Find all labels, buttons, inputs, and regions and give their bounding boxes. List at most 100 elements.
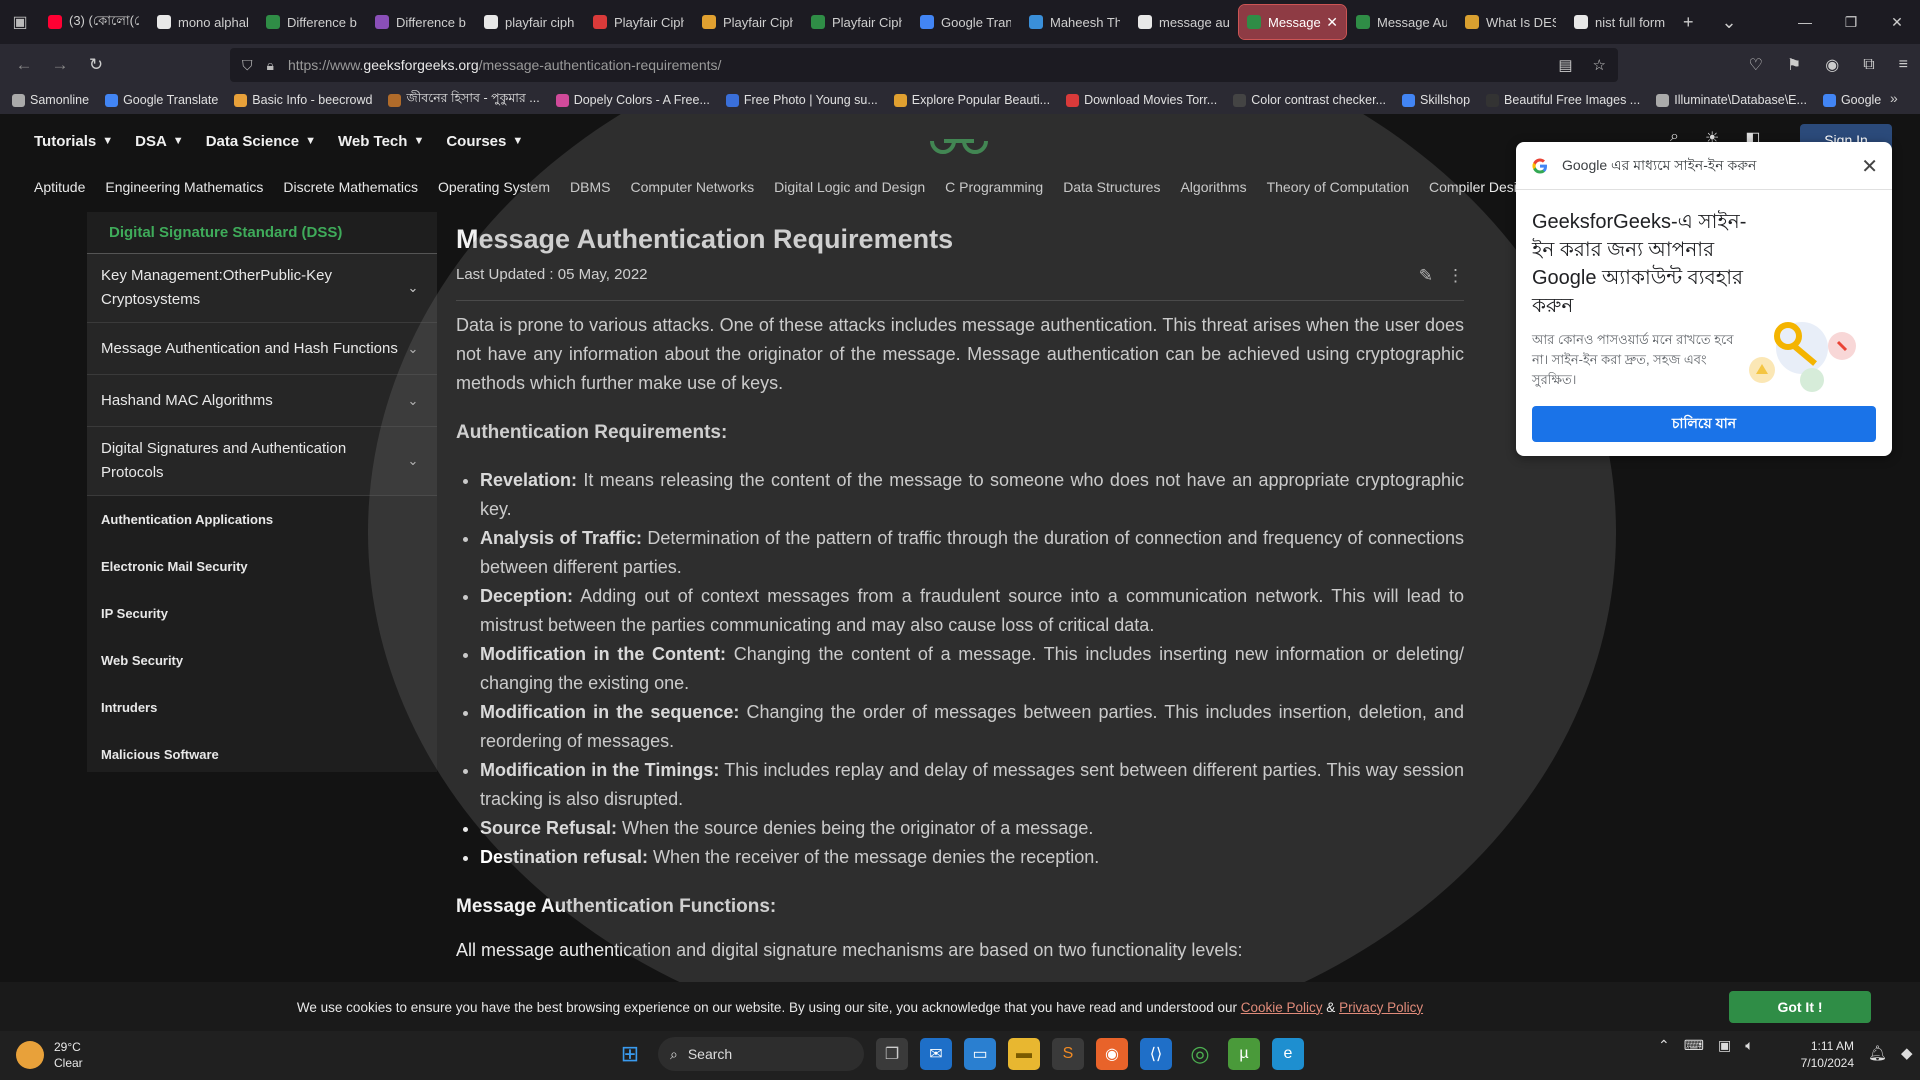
browser-tab[interactable]: mono alphabet (149, 5, 256, 39)
file-explorer-icon[interactable]: ▬ (1008, 1038, 1040, 1070)
bookmark-item[interactable]: Skillshop (1402, 93, 1470, 107)
bookmark-item[interactable]: Color contrast checker... (1233, 93, 1386, 107)
bookmark-item[interactable]: Basic Info - beecrowd (234, 93, 372, 107)
sidebar-group[interactable]: Key Management:OtherPublic-Key Cryptosys… (87, 254, 437, 323)
chrome-icon[interactable]: ◎ (1184, 1038, 1216, 1070)
copilot-icon[interactable]: ◆ (1901, 1044, 1913, 1062)
top-nav-item[interactable]: Tutorials ▼ (34, 133, 113, 150)
sidebar-item[interactable]: IP Security (87, 590, 437, 637)
bookmark-item[interactable]: Google (1822, 93, 1881, 107)
lock-icon[interactable]: 🔒︎ (267, 57, 274, 74)
bookmark-item[interactable]: জীবনের হিসাব - পুকুমার ... (388, 90, 540, 110)
bookmark-item[interactable]: Beautiful Free Images ... (1486, 93, 1640, 107)
network-icon[interactable]: ▣ (1718, 1037, 1731, 1054)
sub-nav-item[interactable]: DBMS (570, 179, 610, 195)
reload-icon[interactable]: ↻ (78, 47, 114, 83)
firefox-icon[interactable]: ◉ (1096, 1038, 1128, 1070)
new-tab-icon[interactable]: + (1683, 12, 1694, 33)
sub-nav-item[interactable]: C Programming (945, 179, 1043, 195)
restore-icon[interactable]: ❐ (1828, 0, 1874, 44)
browser-tab[interactable]: Maheesh Th (1021, 5, 1128, 39)
close-icon[interactable]: ✕ (1861, 154, 1878, 179)
top-nav-item[interactable]: Courses ▼ (446, 133, 523, 150)
more-options-icon[interactable]: ⋮ (1447, 266, 1464, 286)
tab-list-icon[interactable]: ▣ (0, 0, 40, 44)
sidebar-group[interactable]: Message Authentication and Hash Function… (87, 323, 437, 375)
browser-tab[interactable]: Message Au (1348, 5, 1455, 39)
shield-icon[interactable]: ⛉ (242, 57, 253, 74)
close-icon[interactable]: ✕ (1874, 0, 1920, 44)
forward-icon[interactable]: → (42, 47, 78, 83)
browser-tab[interactable]: Playfair Ciph (803, 5, 910, 39)
top-nav-item[interactable]: DSA ▼ (135, 133, 184, 150)
chevron-down-icon[interactable]: ⌄ (1722, 12, 1737, 33)
bookmark-item[interactable]: Dopely Colors - A Free... (555, 93, 710, 107)
task-view-icon[interactable]: ❐ (876, 1038, 908, 1070)
sidebar-item[interactable]: Electronic Mail Security (87, 543, 437, 590)
continue-button[interactable]: চালিয়ে যান (1532, 406, 1876, 442)
browser-tab[interactable]: (3) (কোলো(মে) (40, 5, 147, 39)
edit-icon[interactable]: ✎ (1419, 266, 1433, 286)
close-tab-icon[interactable]: ✕ (1326, 14, 1338, 31)
store-icon[interactable]: ▭ (964, 1038, 996, 1070)
bookmark-item[interactable]: Free Photo | Young su... (725, 93, 878, 107)
browser-tab[interactable]: Difference b (258, 5, 365, 39)
chevron-up-icon[interactable]: ⌃ (1658, 1037, 1670, 1054)
top-nav-item[interactable]: Web Tech ▼ (338, 133, 424, 150)
cookie-policy-link[interactable]: Cookie Policy (1241, 1000, 1323, 1015)
sub-nav-item[interactable]: Theory of Computation (1267, 179, 1409, 195)
got-it-button[interactable]: Got It ! (1729, 991, 1871, 1023)
sidebar-current[interactable]: Digital Signature Standard (DSS) (87, 212, 437, 254)
windows-start-icon[interactable]: ⊞ (614, 1038, 646, 1070)
browser-tab[interactable]: Difference b (367, 5, 474, 39)
browser-tab[interactable]: playfair ciph (476, 5, 583, 39)
sub-nav-item[interactable]: Discrete Mathematics (283, 179, 418, 195)
bookmark-star-icon[interactable]: ☆ (1593, 56, 1606, 74)
url-bar[interactable]: ⛉ 🔒︎ https://www. geeksforgeeks.org/messa… (230, 48, 1618, 82)
browser-tab[interactable]: Message ✕ (1238, 4, 1347, 40)
browser-tab[interactable]: nist full form (1566, 5, 1673, 39)
back-icon[interactable]: ← (6, 47, 42, 83)
taskbar-search[interactable]: ⌕ Search (658, 1037, 864, 1071)
browser-tab[interactable]: Playfair Ciph (585, 5, 692, 39)
sidebar-item[interactable]: Intruders (87, 684, 437, 731)
vscode-icon[interactable]: ⟨⟩ (1140, 1038, 1172, 1070)
edge-icon[interactable]: e (1272, 1038, 1304, 1070)
notifications-icon[interactable]: 🔔︎ (1868, 1044, 1887, 1062)
sidebar-item[interactable]: Malicious Software (87, 731, 437, 778)
weather-widget[interactable]: 29°C Clear (16, 1039, 83, 1071)
browser-tab[interactable]: Playfair Ciph (694, 5, 801, 39)
sidebar-group[interactable]: Digital Signatures and Authentication Pr… (87, 427, 437, 496)
gfg-logo[interactable] (928, 124, 990, 158)
bookmarks-overflow-icon[interactable]: » (1890, 90, 1906, 106)
utorrent-icon[interactable]: µ (1228, 1038, 1260, 1070)
top-nav-item[interactable]: Data Science ▼ (206, 133, 316, 150)
reader-view-icon[interactable]: ▤ (1558, 56, 1572, 74)
sublime-text-icon[interactable]: S (1052, 1038, 1084, 1070)
bookmark-item[interactable]: Google Translate (105, 93, 218, 107)
bookmark-item[interactable]: Illuminate\Database\E... (1656, 93, 1807, 107)
bookmark-item[interactable]: Download Movies Torr... (1066, 93, 1217, 107)
minimize-icon[interactable]: — (1782, 0, 1828, 44)
browser-tab[interactable]: Google Tran (912, 5, 1019, 39)
sidebar-item[interactable]: Authentication Applications (87, 496, 437, 543)
bookmark-item[interactable]: Samonline (12, 93, 89, 107)
volume-icon[interactable]: 🔈︎ (1745, 1037, 1753, 1054)
bookmark-item[interactable]: Explore Popular Beauti... (893, 93, 1050, 107)
mail-icon[interactable]: ✉ (920, 1038, 952, 1070)
collections-icon[interactable]: ⚑ (1787, 55, 1801, 75)
sidebar-group[interactable]: Hashand MAC Algorithms ⌄ (87, 375, 437, 427)
browser-tab[interactable]: message au (1130, 5, 1237, 39)
sub-nav-item[interactable]: Engineering Mathematics (105, 179, 263, 195)
sub-nav-item[interactable]: Algorithms (1180, 179, 1246, 195)
sub-nav-item[interactable]: Aptitude (34, 179, 85, 195)
account-icon[interactable]: ◉ (1825, 55, 1839, 75)
clock[interactable]: 1:11 AM 7/10/2024 (1770, 1038, 1854, 1072)
sidebar-item[interactable]: Web Security (87, 637, 437, 684)
sub-nav-item[interactable]: Computer Networks (630, 179, 754, 195)
browser-tab[interactable]: What Is DES (1457, 5, 1564, 39)
keyboard-icon[interactable]: ⌨ (1684, 1037, 1704, 1054)
sub-nav-item[interactable]: Digital Logic and Design (774, 179, 925, 195)
extensions-icon[interactable]: ⧉ (1863, 56, 1874, 74)
sub-nav-item[interactable]: Operating System (438, 179, 550, 195)
